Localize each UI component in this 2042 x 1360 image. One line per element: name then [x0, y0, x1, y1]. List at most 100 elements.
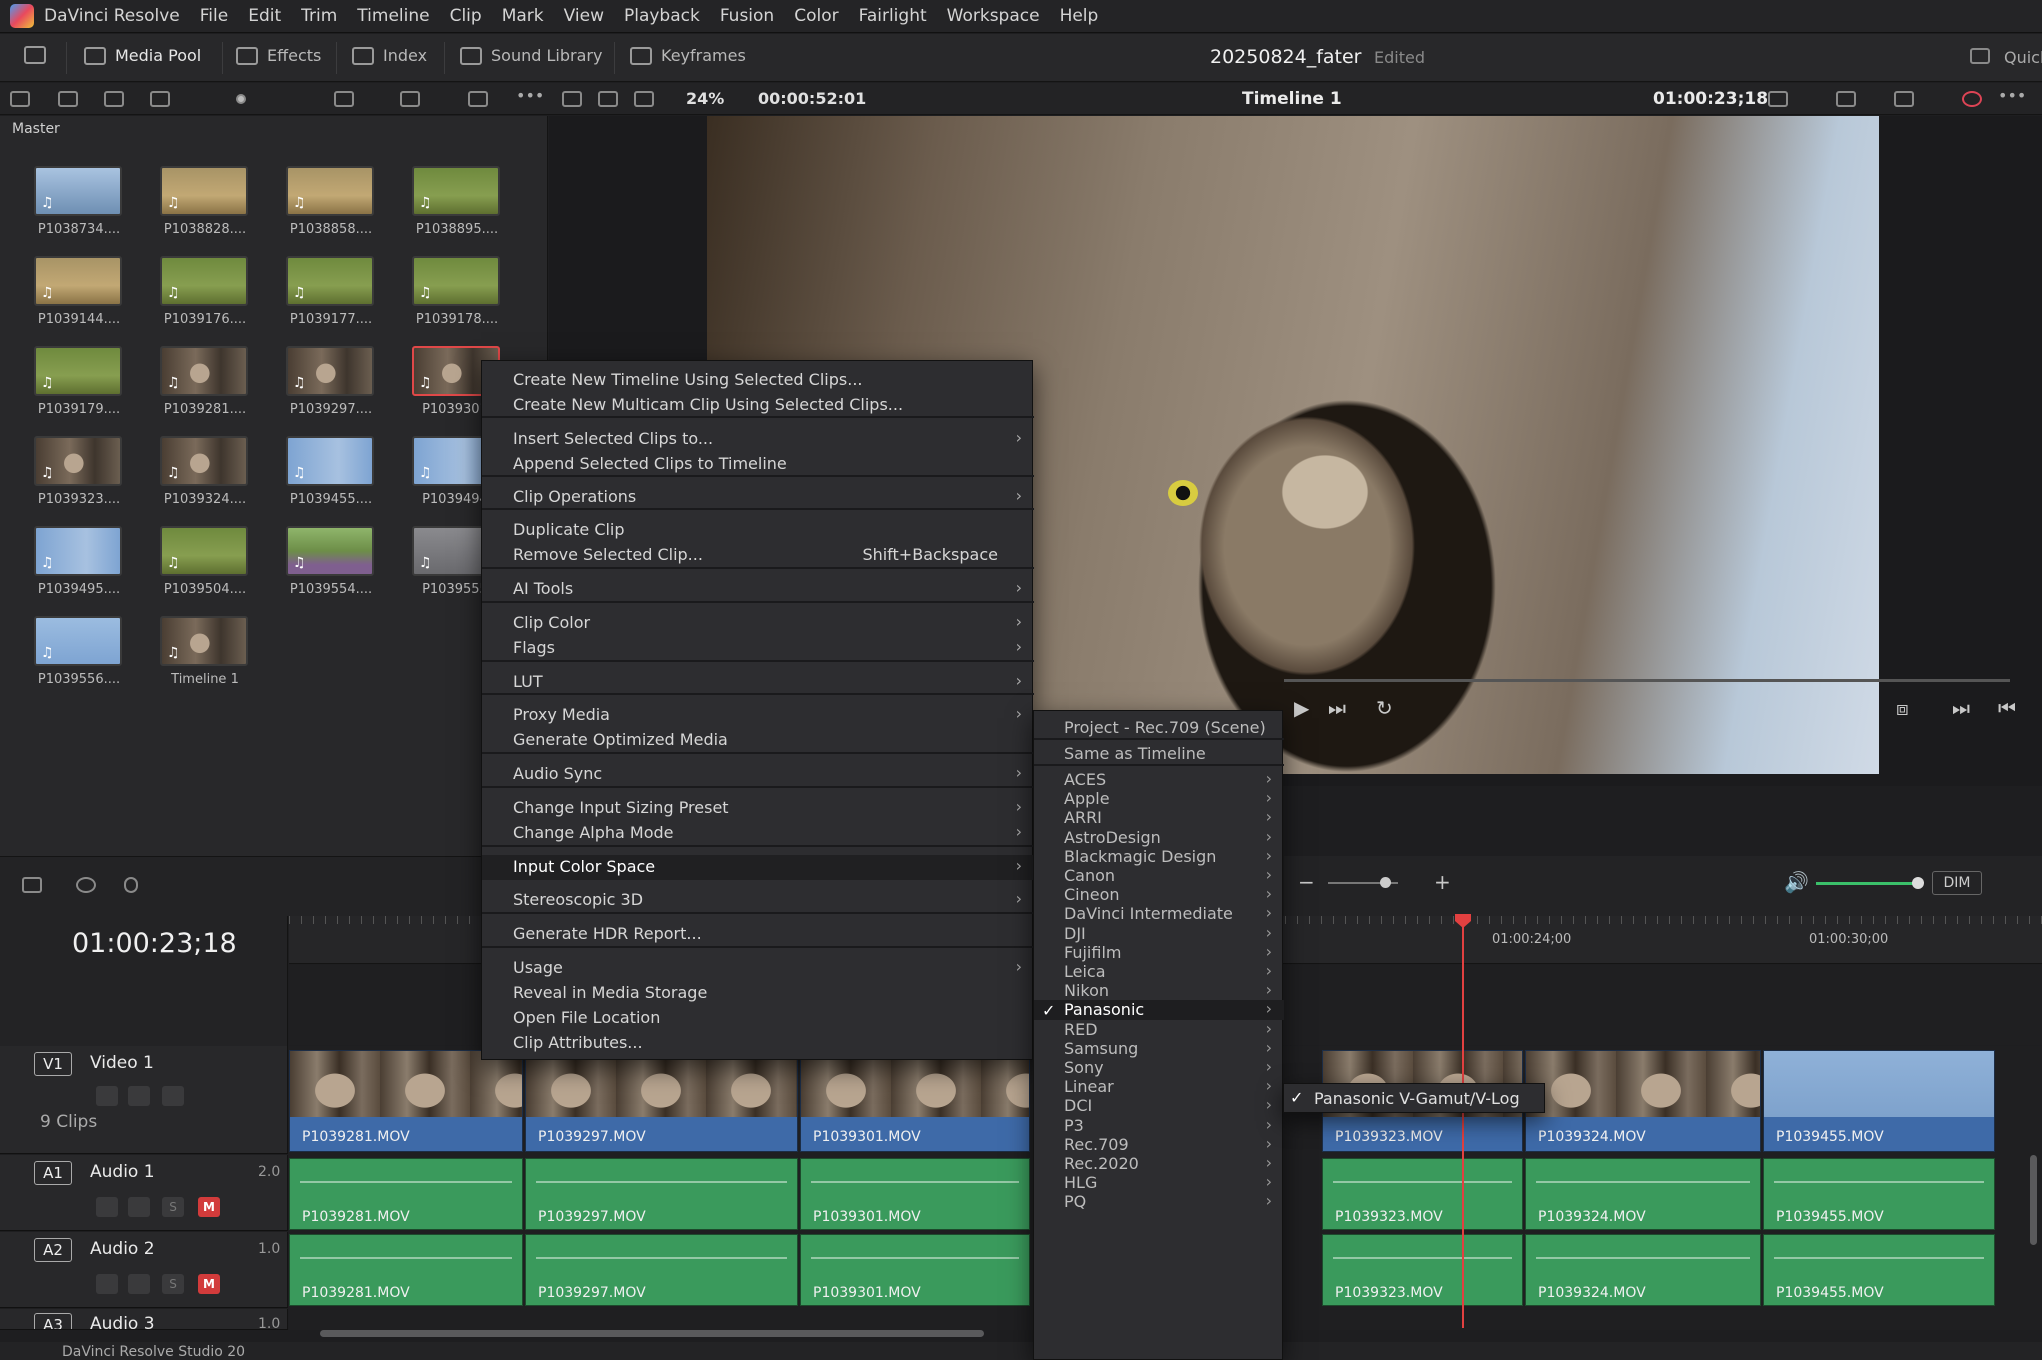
menu-item-panasonic-vlog[interactable]: Panasonic V-Gamut/V-Log	[1314, 1089, 1520, 1108]
media-pool-clip[interactable]: ♫ P1039495....	[24, 526, 134, 597]
color-space-item[interactable]: Blackmagic Design ›	[1034, 846, 1284, 867]
menu-color[interactable]: Color	[794, 6, 838, 26]
safe-area-icon[interactable]	[1836, 91, 1856, 107]
media-pool-clip[interactable]: ♫ P1038858....	[276, 166, 386, 237]
quick-export-button[interactable]: Quick	[2004, 48, 2042, 67]
context-menu-item[interactable]: Input Color Space ›	[482, 855, 1034, 880]
track-id[interactable]: A3	[34, 1313, 72, 1329]
viewer-more-icon[interactable]: •••	[1998, 86, 2026, 105]
more-options-icon[interactable]: •••	[516, 86, 544, 105]
media-pool-clip[interactable]: ♫ P1039179....	[24, 346, 134, 417]
context-menu-item[interactable]: Flags ›	[482, 636, 1034, 661]
context-menu-item[interactable]: Generate HDR Report...	[482, 922, 1034, 947]
color-space-item[interactable]: Project - Rec.709 (Scene)	[1034, 718, 1284, 738]
auto-select-icon[interactable]	[128, 1274, 150, 1294]
media-pool-clip[interactable]: ♫ P1038895....	[402, 166, 512, 237]
volume-slider-handle[interactable]	[1912, 877, 1924, 889]
track-name[interactable]: Audio 3	[90, 1314, 155, 1329]
zoom-in-icon[interactable]: +	[1434, 870, 1451, 894]
transform-icon[interactable]	[1894, 91, 1914, 107]
filter-icon[interactable]	[104, 91, 124, 107]
audio-clip[interactable]: P1039297.MOV	[525, 1158, 798, 1230]
media-pool-clip[interactable]: ♫ P1039144....	[24, 256, 134, 327]
context-menu-item[interactable]: Generate Optimized Media	[482, 728, 1034, 753]
next-clip-icon[interactable]: ⏭	[1328, 696, 1346, 720]
color-space-item[interactable]: PQ ›	[1034, 1191, 1284, 1212]
menu-workspace[interactable]: Workspace	[947, 6, 1040, 26]
sort-icon[interactable]	[468, 91, 488, 107]
timeline-scrollbar[interactable]	[320, 1330, 984, 1337]
color-space-item[interactable]: Rec.709 ›	[1034, 1134, 1284, 1155]
color-space-item[interactable]: Apple ›	[1034, 788, 1284, 809]
thumbnail-size-slider[interactable]	[236, 94, 246, 104]
color-space-item[interactable]: HLG ›	[1034, 1172, 1284, 1193]
mute-button[interactable]: M	[198, 1274, 220, 1294]
bin-name[interactable]: Master	[12, 121, 60, 137]
color-space-item[interactable]: DJI ›	[1034, 923, 1284, 944]
color-picker-icon[interactable]	[1962, 91, 1982, 107]
audio-clip[interactable]: P1039281.MOV	[289, 1158, 523, 1230]
context-menu-item[interactable]: Append Selected Clips to Timeline	[482, 452, 1034, 477]
audio-clip[interactable]: P1039324.MOV	[1525, 1234, 1761, 1306]
context-menu-item[interactable]: Create New Timeline Using Selected Clips…	[482, 368, 1034, 393]
context-menu-item[interactable]: Remove Selected Clip... Shift+Backspace	[482, 543, 1034, 568]
playhead[interactable]	[1462, 916, 1464, 1328]
cloud-icon[interactable]	[150, 91, 170, 107]
context-menu-item[interactable]: Clip Operations ›	[482, 485, 1034, 510]
media-pool-clip[interactable]: ♫ P1039324....	[150, 436, 260, 507]
context-menu-item[interactable]: AI Tools ›	[482, 577, 1034, 602]
context-menu-item[interactable]: Proxy Media ›	[482, 703, 1034, 728]
auto-select-icon[interactable]	[128, 1197, 150, 1217]
menu-app[interactable]: DaVinci Resolve	[44, 6, 180, 26]
search-icon[interactable]	[400, 91, 420, 107]
track-visibility-icon[interactable]	[162, 1086, 184, 1106]
media-pool-clip[interactable]: ♫ P1039323....	[24, 436, 134, 507]
video-clip[interactable]: P1039324.MOV	[1525, 1050, 1761, 1152]
sidebar-toggle-icon[interactable]	[10, 91, 30, 107]
volume-slider[interactable]	[1816, 882, 1918, 885]
media-pool-clip[interactable]: ♫ P1039556....	[24, 616, 134, 687]
media-pool-button[interactable]: Media Pool	[84, 46, 201, 65]
menu-help[interactable]: Help	[1060, 6, 1099, 26]
microphone-icon[interactable]	[124, 877, 138, 893]
index-button[interactable]: Index	[352, 46, 427, 65]
media-pool-clip[interactable]: ♫ P1039554....	[276, 526, 386, 597]
menu-file[interactable]: File	[200, 6, 228, 26]
dim-button[interactable]: DIM	[1932, 871, 1982, 895]
context-menu-item[interactable]: Clip Color ›	[482, 611, 1034, 636]
color-space-item[interactable]: Samsung ›	[1034, 1038, 1284, 1059]
audio-clip[interactable]: P1039455.MOV	[1763, 1158, 1995, 1230]
video-clip[interactable]: P1039297.MOV	[525, 1050, 798, 1152]
view-options-icon[interactable]	[1768, 91, 1788, 107]
video-clip[interactable]: P1039281.MOV	[289, 1050, 523, 1152]
color-space-item[interactable]: Sony ›	[1034, 1057, 1284, 1078]
keyframes-button[interactable]: Keyframes	[630, 46, 746, 65]
color-space-item[interactable]: Same as Timeline	[1034, 744, 1284, 764]
track-id[interactable]: A2	[34, 1238, 72, 1262]
menu-trim[interactable]: Trim	[301, 6, 337, 26]
media-pool-clip[interactable]: ♫ P1039297....	[276, 346, 386, 417]
panel-toggle-button[interactable]	[24, 46, 55, 64]
timeline-vscrollbar[interactable]	[2030, 1155, 2037, 1245]
solo-button[interactable]: S	[162, 1274, 184, 1294]
menu-fairlight[interactable]: Fairlight	[859, 6, 927, 26]
menu-edit[interactable]: Edit	[248, 6, 281, 26]
track-name[interactable]: Audio 2	[90, 1239, 155, 1259]
media-pool-clip[interactable]: ♫ P1039177....	[276, 256, 386, 327]
color-space-item[interactable]: Canon ›	[1034, 865, 1284, 886]
video-clip[interactable]: P1039455.MOV	[1763, 1050, 1995, 1152]
context-menu-item[interactable]: Clip Attributes...	[482, 1031, 1034, 1056]
track-id[interactable]: A1	[34, 1161, 72, 1185]
audio-clip[interactable]: P1039297.MOV	[525, 1234, 798, 1306]
media-pool-clip[interactable]: ♫ P1039455....	[276, 436, 386, 507]
color-space-item[interactable]: Cineon ›	[1034, 884, 1284, 905]
context-menu-item[interactable]: Change Alpha Mode ›	[482, 821, 1034, 846]
loop-icon[interactable]: ↻	[1376, 696, 1393, 720]
color-space-item[interactable]: DaVinci Intermediate ›	[1034, 903, 1284, 924]
effects-button[interactable]: Effects	[236, 46, 321, 65]
track-id[interactable]: V1	[34, 1052, 72, 1076]
menu-fusion[interactable]: Fusion	[720, 6, 774, 26]
menu-clip[interactable]: Clip	[450, 6, 482, 26]
color-space-item[interactable]: RED ›	[1034, 1019, 1284, 1040]
audio-clip[interactable]: P1039301.MOV	[800, 1234, 1030, 1306]
